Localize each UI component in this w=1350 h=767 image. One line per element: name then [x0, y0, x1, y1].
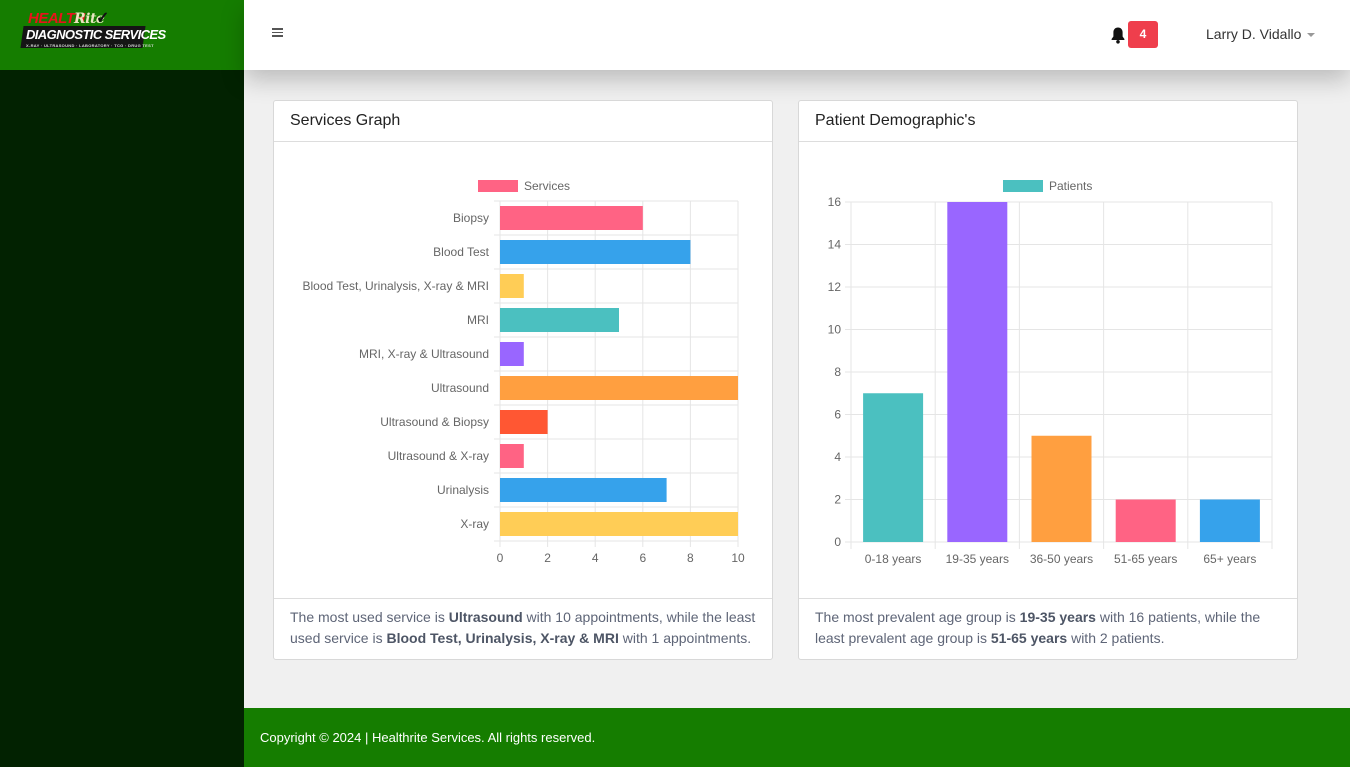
x-tick-label: 19-35 years	[946, 552, 1009, 566]
bar	[500, 478, 667, 502]
y-tick-label: X-ray	[460, 517, 489, 531]
x-tick-label: 10	[731, 551, 745, 565]
x-tick-label: 2	[544, 551, 551, 565]
y-tick-label: 6	[834, 408, 841, 422]
least-used-service: Blood Test, Urinalysis, X-ray & MRI	[386, 630, 619, 646]
y-tick-label: Blood Test	[433, 245, 489, 259]
bar	[500, 274, 524, 298]
x-tick-label: 51-65 years	[1114, 552, 1177, 566]
bell-icon[interactable]	[1110, 26, 1126, 44]
bar	[500, 308, 619, 332]
user-menu[interactable]: Larry D. Vidallo	[1206, 26, 1316, 42]
y-tick-label: Urinalysis	[437, 483, 489, 497]
y-tick-label: Ultrasound & Biopsy	[380, 415, 489, 429]
services-summary: The most used service is Ultrasound with…	[274, 599, 772, 659]
notification-badge[interactable]: 4	[1128, 21, 1158, 48]
x-tick-label: 8	[687, 551, 694, 565]
y-tick-label: 14	[828, 238, 842, 252]
bar	[1199, 499, 1260, 542]
most-prevalent-group: 19-35 years	[1019, 609, 1096, 625]
y-tick-label: 8	[834, 365, 841, 379]
y-tick-label: 2	[834, 493, 841, 507]
brand-area[interactable]: HEALTH Rite ✓ DIAGNOSTIC SERVICES X-RAY …	[0, 0, 244, 70]
bar	[500, 512, 738, 536]
legend-swatch	[1003, 180, 1043, 192]
check-icon: ✓	[96, 10, 110, 27]
bar	[500, 206, 643, 230]
user-name: Larry D. Vidallo	[1206, 26, 1302, 42]
y-tick-label: MRI	[467, 313, 489, 327]
bar	[500, 342, 524, 366]
top-navbar: 4 Larry D. Vidallo	[244, 0, 1350, 70]
y-tick-label: Ultrasound	[431, 381, 489, 395]
services-summary-text-1: The most used service is	[290, 609, 449, 625]
bar	[947, 202, 1008, 542]
logo[interactable]: HEALTH Rite ✓ DIAGNOSTIC SERVICES X-RAY …	[20, 10, 166, 52]
bar	[500, 410, 548, 434]
services-chart-area: Services 0 2 4 6 8 10 Biopsy Blood Test Blood Tes…	[274, 142, 772, 599]
services-chart: Services 0 2 4 6 8 10 Biopsy Blood Test Blood Tes…	[303, 179, 745, 565]
legend-swatch	[478, 180, 518, 192]
y-tick-label: MRI, X-ray & Ultrasound	[359, 347, 489, 361]
y-tick-label: Ultrasound & X-ray	[388, 449, 489, 463]
bar	[1031, 435, 1092, 542]
demographics-chart: Patients 0 2 4 6 8 10 12 14 16 0-18 years 19-35 yea…	[828, 179, 1273, 566]
services-card-title: Services Graph	[274, 101, 772, 142]
caret-down-icon	[1307, 33, 1316, 38]
demographics-card: Patient Demographic's Patients 0 2 4 6 8 10 12 1…	[798, 100, 1298, 660]
legend-label: Patients	[1049, 179, 1092, 193]
x-tick-label: 4	[592, 551, 599, 565]
y-tick-label: Biopsy	[453, 211, 489, 225]
x-tick-label: 36-50 years	[1030, 552, 1093, 566]
copyright-text: Copyright © 2024 | Healthrite Services. …	[260, 730, 596, 745]
least-prevalent-group: 51-65 years	[990, 630, 1068, 646]
x-tick-label: 65+ years	[1203, 552, 1256, 566]
sidebar	[0, 0, 244, 767]
y-tick-label: Blood Test, Urinalysis, X-ray & MRI	[303, 279, 490, 293]
bar	[500, 444, 524, 468]
bar	[863, 393, 924, 542]
y-tick-label: 12	[828, 280, 842, 294]
menu-toggle-icon[interactable]	[272, 28, 284, 40]
services-card: Services Graph Services 0 2 4 6 8 10 Biopsy Bloo…	[273, 100, 773, 660]
logo-text-diagnostic: DIAGNOSTIC SERVICES	[26, 27, 166, 42]
demographics-summary: The most prevalent age group is 19-35 ye…	[799, 599, 1297, 659]
y-tick-label: 4	[834, 450, 841, 464]
demographics-card-title: Patient Demographic's	[799, 101, 1297, 142]
legend-label: Services	[524, 179, 570, 193]
x-tick-label: 6	[639, 551, 646, 565]
y-tick-label: 10	[828, 323, 842, 337]
demographics-summary-text-1: The most prevalent age group is	[815, 609, 1020, 625]
most-used-service: Ultrasound	[448, 609, 523, 625]
demographics-summary-text-3: with 2 patients.	[1067, 630, 1165, 646]
bar	[500, 376, 738, 400]
demographics-chart-area: Patients 0 2 4 6 8 10 12 14 16 0-18 years 19-35 yea…	[799, 142, 1297, 599]
services-summary-text-3: with 1 appointments.	[618, 630, 752, 646]
y-tick-label: 0	[834, 535, 841, 549]
logo-tagline: X-RAY · ULTRASOUND · LABORATORY · TCG · …	[26, 43, 154, 48]
x-tick-label: 0-18 years	[865, 552, 922, 566]
x-tick-label: 0	[497, 551, 504, 565]
y-tick-label: 16	[828, 195, 842, 209]
bar	[1115, 499, 1176, 542]
footer: Copyright © 2024 | Healthrite Services. …	[244, 708, 1350, 767]
bar	[500, 240, 691, 264]
